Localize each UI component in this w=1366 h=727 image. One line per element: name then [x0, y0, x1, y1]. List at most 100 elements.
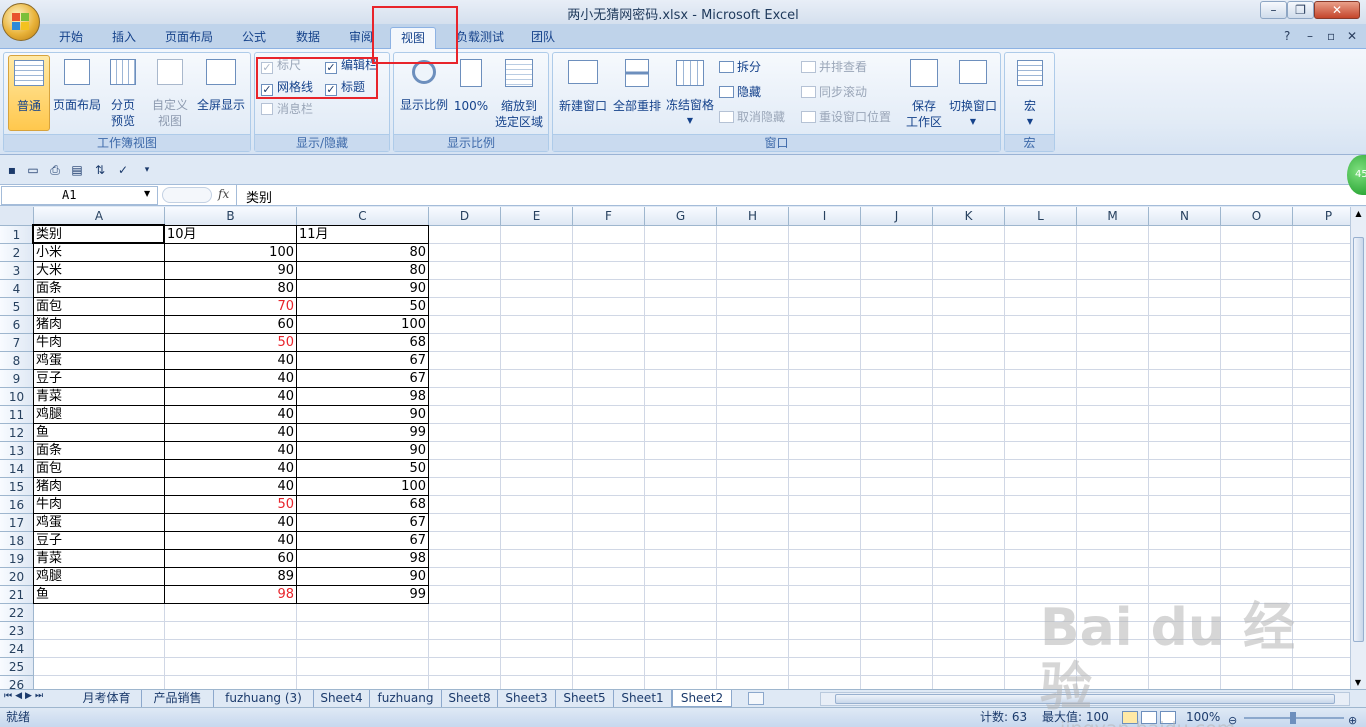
- row-header[interactable]: 25: [0, 658, 34, 676]
- side-by-side-button[interactable]: 并排查看: [801, 58, 867, 76]
- table-cell[interactable]: 40: [165, 532, 297, 550]
- sheet-tab[interactable]: Sheet3: [498, 690, 556, 707]
- zoom-in-icon[interactable]: ⊕: [1348, 711, 1357, 727]
- row-header[interactable]: 18: [0, 532, 34, 550]
- column-header[interactable]: P: [1293, 207, 1350, 226]
- row-header[interactable]: 4: [0, 280, 34, 298]
- column-header[interactable]: C: [297, 207, 429, 226]
- macros-button[interactable]: 宏 ▼: [1009, 55, 1051, 131]
- reset-position-button[interactable]: 重设窗口位置: [801, 108, 891, 126]
- name-box-dropdown-icon[interactable]: ▼: [144, 189, 150, 198]
- column-header[interactable]: D: [429, 207, 501, 226]
- column-header[interactable]: O: [1221, 207, 1293, 226]
- sheet-tab[interactable]: Sheet4: [314, 690, 370, 707]
- table-cell[interactable]: 50: [297, 460, 429, 478]
- arrange-all-button[interactable]: 全部重排: [611, 55, 663, 131]
- scroll-down-icon[interactable]: ▼: [1351, 678, 1365, 687]
- doc-minimize-icon[interactable]: –: [1307, 29, 1313, 43]
- table-cell[interactable]: 面条: [34, 280, 165, 298]
- table-cell[interactable]: 牛肉: [34, 334, 165, 352]
- row-header[interactable]: 11: [0, 406, 34, 424]
- table-cell[interactable]: 类别: [34, 226, 165, 244]
- row-header[interactable]: 17: [0, 514, 34, 532]
- table-cell[interactable]: 小米: [34, 244, 165, 262]
- table-cell[interactable]: 67: [297, 370, 429, 388]
- table-cell[interactable]: 50: [165, 334, 297, 352]
- office-button[interactable]: [2, 3, 40, 41]
- normal-view-status-icon[interactable]: [1122, 711, 1138, 724]
- row-header[interactable]: 10: [0, 388, 34, 406]
- row-header[interactable]: 24: [0, 640, 34, 658]
- table-cell[interactable]: 90: [165, 262, 297, 280]
- column-header[interactable]: G: [645, 207, 717, 226]
- page-layout-status-icon[interactable]: [1141, 711, 1157, 724]
- formula-input[interactable]: 类别: [246, 187, 272, 206]
- column-header[interactable]: B: [165, 207, 297, 226]
- horizontal-scrollbar[interactable]: [820, 692, 1350, 706]
- sheet-tab[interactable]: Sheet5: [556, 690, 614, 707]
- table-cell[interactable]: 牛肉: [34, 496, 165, 514]
- name-box[interactable]: A1: [1, 186, 158, 205]
- row-header[interactable]: 8: [0, 352, 34, 370]
- tab-formulas[interactable]: 公式: [233, 27, 275, 49]
- column-header[interactable]: I: [789, 207, 861, 226]
- table-cell[interactable]: 90: [297, 568, 429, 586]
- vertical-scrollbar[interactable]: ▲ ▼: [1350, 207, 1366, 689]
- sheet-tab[interactable]: Sheet8: [442, 690, 498, 707]
- column-header[interactable]: E: [501, 207, 573, 226]
- insert-function-icon[interactable]: fx: [218, 187, 229, 201]
- tab-data[interactable]: 数据: [287, 27, 329, 49]
- table-cell[interactable]: 98: [297, 550, 429, 568]
- table-cell[interactable]: 100: [165, 244, 297, 262]
- horizontal-scroll-thumb[interactable]: [835, 694, 1335, 704]
- table-cell[interactable]: 40: [165, 352, 297, 370]
- custom-views-button[interactable]: 自定义 视图: [150, 55, 190, 131]
- tab-page-layout[interactable]: 页面布局: [157, 27, 221, 49]
- table-cell[interactable]: 50: [297, 298, 429, 316]
- open-icon[interactable]: ▭: [25, 163, 41, 178]
- table-cell[interactable]: 40: [165, 514, 297, 532]
- row-header[interactable]: 2: [0, 244, 34, 262]
- freeze-panes-button[interactable]: 冻结窗格 ▼: [664, 55, 716, 131]
- row-header[interactable]: 21: [0, 586, 34, 604]
- row-header[interactable]: 1: [0, 226, 34, 244]
- table-cell[interactable]: 70: [165, 298, 297, 316]
- table-cell[interactable]: 大米: [34, 262, 165, 280]
- table-cell[interactable]: 豆子: [34, 532, 165, 550]
- table-cell[interactable]: 67: [297, 532, 429, 550]
- row-header[interactable]: 16: [0, 496, 34, 514]
- table-cell[interactable]: 40: [165, 406, 297, 424]
- table-cell[interactable]: 50: [165, 496, 297, 514]
- save-icon[interactable]: ▪: [4, 163, 20, 178]
- row-header[interactable]: 22: [0, 604, 34, 622]
- sheet-tab[interactable]: Sheet2: [672, 690, 732, 707]
- sheet-tab[interactable]: fuzhuang: [370, 690, 442, 707]
- table-cell[interactable]: 鸡蛋: [34, 352, 165, 370]
- table-cell[interactable]: 面包: [34, 460, 165, 478]
- table-cell[interactable]: 鱼: [34, 586, 165, 604]
- table-cell[interactable]: 100: [297, 478, 429, 496]
- doc-close-icon[interactable]: ✕: [1347, 29, 1357, 43]
- page-break-preview-button[interactable]: 分页 预览: [104, 55, 142, 131]
- zoom-slider-handle[interactable]: [1290, 712, 1296, 724]
- table-cell[interactable]: 面条: [34, 442, 165, 460]
- zoom-selection-button[interactable]: 缩放到 选定区域: [492, 55, 546, 131]
- table-cell[interactable]: 67: [297, 352, 429, 370]
- table-cell[interactable]: 10月: [165, 226, 297, 244]
- table-cell[interactable]: 98: [165, 586, 297, 604]
- sheet-tab[interactable]: Sheet1: [614, 690, 672, 707]
- table-cell[interactable]: 68: [297, 334, 429, 352]
- table-cell[interactable]: 99: [297, 424, 429, 442]
- switch-windows-button[interactable]: 切换窗口 ▼: [947, 55, 999, 131]
- unhide-button[interactable]: 取消隐藏: [719, 108, 785, 126]
- row-header[interactable]: 20: [0, 568, 34, 586]
- row-header[interactable]: 6: [0, 316, 34, 334]
- zoom-button[interactable]: 显示比例: [397, 55, 451, 131]
- table-cell[interactable]: 80: [297, 244, 429, 262]
- table-cell[interactable]: 80: [165, 280, 297, 298]
- row-header[interactable]: 15: [0, 478, 34, 496]
- tab-home[interactable]: 开始: [50, 27, 92, 49]
- formula-splitter[interactable]: [162, 187, 212, 203]
- zoom-level[interactable]: 100%: [1186, 708, 1220, 727]
- table-cell[interactable]: 鸡腿: [34, 406, 165, 424]
